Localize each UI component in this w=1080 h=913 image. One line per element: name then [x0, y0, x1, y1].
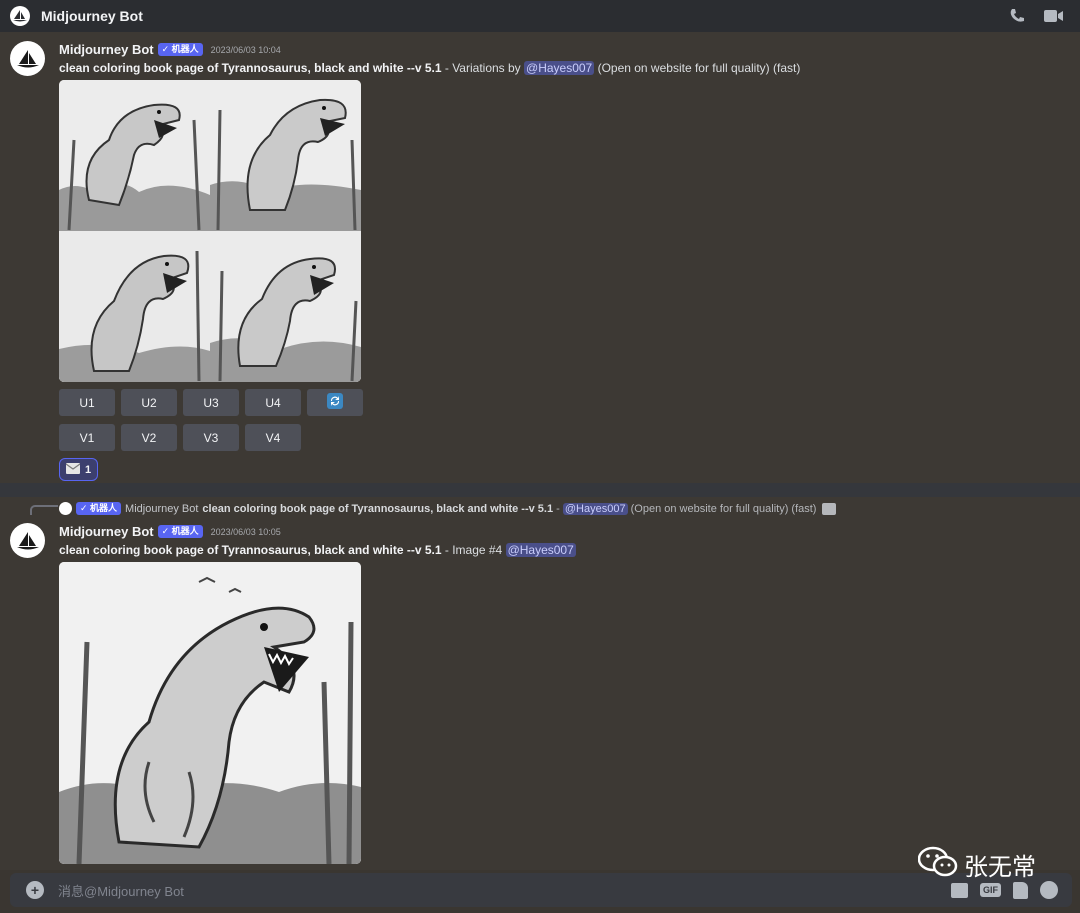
message-input[interactable]: 消息@Midjourney Bot	[58, 881, 184, 900]
username[interactable]: Midjourney Bot	[59, 524, 154, 539]
content-text: - Image #4	[441, 543, 506, 557]
prompt-text: clean coloring book page of Tyrannosauru…	[59, 61, 442, 75]
reply-suffix: (Open on website for full quality) (fast…	[627, 502, 817, 515]
message-upscale: ✓ 机器人 Midjourney Bot clean coloring book…	[0, 497, 1080, 870]
reply-text: clean coloring book page of Tyrannosauru…	[202, 502, 817, 515]
gif-button[interactable]: GIF	[980, 883, 1001, 897]
refresh-icon	[327, 393, 343, 412]
image-grid[interactable]	[59, 80, 361, 382]
reply-prompt: clean coloring book page of Tyrannosauru…	[202, 502, 554, 515]
upscale-button-3[interactable]: U3	[183, 389, 239, 416]
bot-badge: ✓ 机器人	[76, 502, 122, 515]
timestamp: 2023/06/03 10:05	[210, 526, 281, 537]
reply-sep: -	[553, 502, 563, 515]
video-camera-icon[interactable]	[1044, 9, 1064, 23]
channel-header: Midjourney Bot	[0, 0, 1080, 32]
message-content: clean coloring book page of Tyrannosauru…	[59, 61, 800, 75]
variation-button-2[interactable]: V2	[121, 424, 177, 451]
envelope-icon	[65, 462, 81, 477]
message-divider	[0, 483, 1080, 497]
gift-icon[interactable]	[951, 882, 968, 898]
reaction-count: 1	[84, 463, 92, 476]
avatar[interactable]	[10, 41, 45, 76]
wechat-icon	[917, 846, 958, 883]
upscale-button-2[interactable]: U2	[121, 389, 177, 416]
message-composer[interactable]: + 消息@Midjourney Bot GIF	[10, 873, 1072, 907]
variation-button-1[interactable]: V1	[59, 424, 115, 451]
add-attachment-button[interactable]: +	[26, 881, 44, 899]
timestamp: 2023/06/03 10:04	[210, 44, 281, 55]
avatar	[59, 502, 72, 515]
midjourney-logo-icon	[10, 6, 30, 26]
reaction-button[interactable]: 1	[59, 458, 98, 481]
reroll-button[interactable]	[307, 389, 363, 416]
username[interactable]: Midjourney Bot	[59, 42, 154, 57]
image-icon	[822, 502, 837, 515]
variation-button-3[interactable]: V3	[183, 424, 239, 451]
watermark-text: 张无常	[964, 853, 1036, 881]
bot-badge: ✓ 机器人	[157, 43, 203, 56]
avatar[interactable]	[10, 523, 45, 558]
user-mention[interactable]: @Hayes007	[562, 502, 628, 515]
grid-image-4	[210, 231, 361, 382]
emoji-icon[interactable]	[1040, 881, 1058, 899]
phone-call-icon[interactable]	[1008, 7, 1026, 25]
grid-image-3	[59, 231, 210, 382]
reply-reference[interactable]: ✓ 机器人 Midjourney Bot clean coloring book…	[59, 502, 837, 515]
grid-image-1	[59, 80, 210, 231]
channel-title: Midjourney Bot	[41, 8, 143, 24]
reply-username[interactable]: Midjourney Bot	[125, 503, 198, 515]
reply-connector	[30, 505, 58, 515]
upscale-button-4[interactable]: U4	[245, 389, 301, 416]
content-text: - Variations by	[441, 61, 525, 75]
user-mention[interactable]: @Hayes007	[524, 61, 595, 75]
grid-image-2	[210, 80, 361, 231]
content-text: (Open on website for full quality) (fast…	[594, 61, 801, 75]
watermark: 张无常	[917, 846, 1036, 883]
variation-button-4[interactable]: V4	[245, 424, 301, 451]
bot-badge: ✓ 机器人	[157, 525, 203, 538]
message-content: clean coloring book page of Tyrannosauru…	[59, 543, 576, 557]
sticker-icon[interactable]	[1013, 881, 1028, 899]
prompt-text: clean coloring book page of Tyrannosauru…	[59, 543, 442, 557]
user-mention[interactable]: @Hayes007	[505, 543, 576, 557]
upscaled-image[interactable]	[59, 562, 361, 864]
upscale-button-1[interactable]: U1	[59, 389, 115, 416]
message-variations: Midjourney Bot ✓ 机器人 2023/06/03 10:04 cl…	[0, 32, 1080, 483]
